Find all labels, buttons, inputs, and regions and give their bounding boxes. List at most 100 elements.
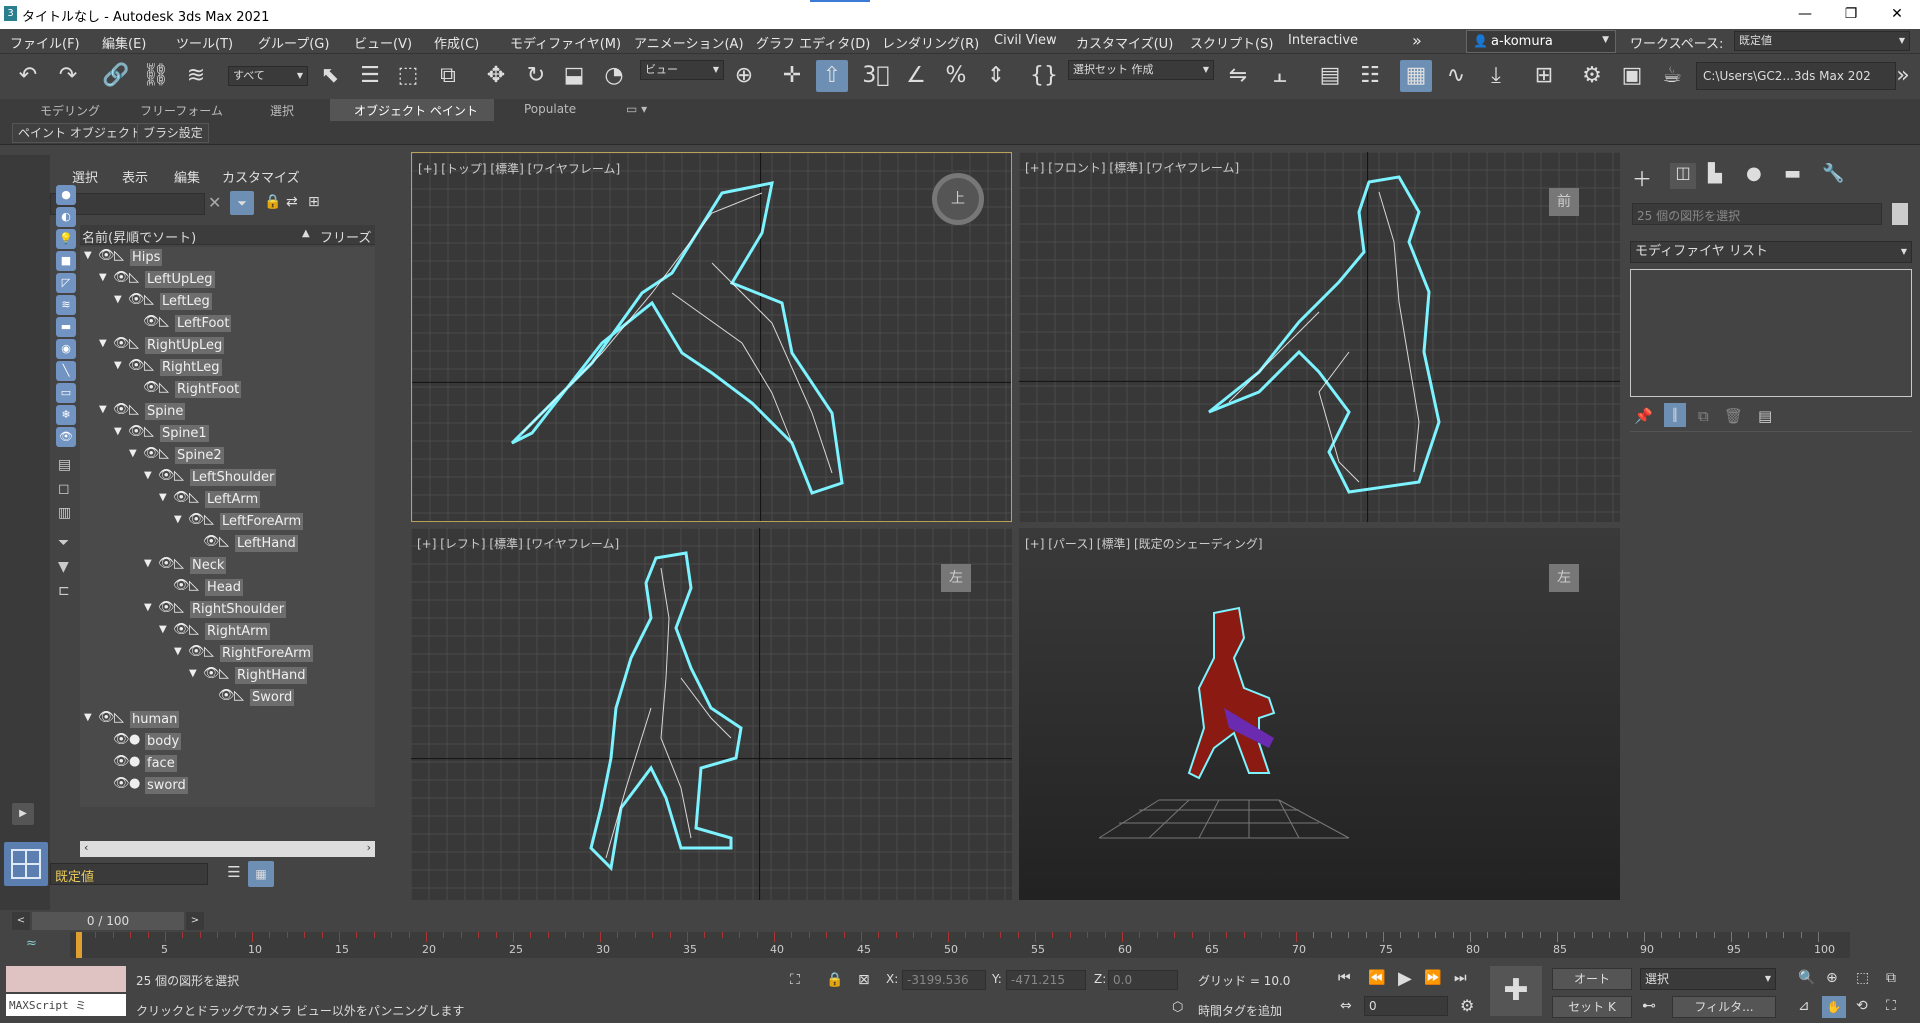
time-config-icon[interactable]: ⚙ — [1460, 996, 1474, 1015]
spinner-snap-icon[interactable]: ⇕ — [980, 60, 1012, 92]
menu-civil-view[interactable]: Civil View — [994, 33, 1057, 48]
expand-toggle-icon[interactable]: ▼ — [114, 360, 122, 371]
visibility-eye-icon[interactable]: 👁 — [188, 644, 205, 659]
project-path[interactable]: C:\Users\GC2...3ds Max 202 — [1696, 62, 1896, 90]
tree-row[interactable]: 👁◺Sword✳ — [80, 687, 375, 709]
container-icon[interactable]: ⊏ — [58, 583, 70, 599]
brush-settings-button[interactable]: ブラシ設定 — [137, 123, 209, 143]
visibility-eye-icon[interactable]: 👁 — [128, 358, 145, 373]
layer-explorer-icon[interactable]: ▤ — [1314, 60, 1346, 92]
maximize-viewport-icon[interactable]: ⛶ — [1886, 998, 1896, 1014]
viewport-left[interactable]: [+] [レフト] [標準] [ワイヤフレーム] 左 — [411, 528, 1012, 900]
viewcube-left[interactable]: 左 — [941, 564, 971, 592]
visibility-eye-icon[interactable]: 👁 — [158, 600, 175, 615]
menu-rendering[interactable]: レンダリング(R) — [882, 33, 979, 52]
expand-toggle-icon[interactable]: ▼ — [144, 558, 152, 569]
expand-toggle-icon[interactable]: ▼ — [174, 514, 182, 525]
angle-snap-icon[interactable]: ∠ — [900, 60, 932, 92]
expand-toggle-icon[interactable]: ▼ — [129, 448, 137, 459]
material-editor-icon[interactable]: ⊞ — [1528, 60, 1560, 92]
expand-toggle-icon[interactable]: ▼ — [84, 250, 92, 261]
scene-explorer-icon[interactable]: ▦ — [1400, 60, 1432, 92]
display-lights-icon[interactable]: 💡 — [56, 229, 76, 249]
viewport-front-label[interactable]: [+] [フロント] [標準] [ワイヤフレーム] — [1025, 159, 1239, 176]
col-name-header[interactable]: 名前(昇順でソート) — [82, 227, 196, 246]
expand-toggle-icon[interactable]: ▼ — [174, 646, 182, 657]
lock-icon[interactable]: 🔒 — [264, 194, 281, 210]
display-shapes-icon[interactable]: ◐ — [56, 207, 76, 227]
tree-row[interactable]: ▼👁◺LeftUpLeg✳ — [80, 269, 375, 291]
current-frame-field[interactable]: 0 — [1364, 996, 1448, 1016]
tree-row[interactable]: 👁◺LeftHand✳ — [80, 533, 375, 555]
timeline-ruler[interactable]: 5 10 15 20 25 30 35 40 45 50 55 60 65 70 75 80 85 90 95 100 — [70, 932, 1850, 958]
close-button[interactable]: ✕ — [1874, 0, 1920, 29]
expand-toggle-icon[interactable]: ▼ — [159, 492, 167, 503]
snaps-toggle-icon[interactable]: 3⃣ — [860, 60, 892, 92]
create-tab-icon[interactable]: ＋ — [1632, 163, 1652, 192]
time-slider[interactable]: 0 / 100 — [32, 912, 184, 930]
rotate-icon[interactable]: ↻ — [520, 60, 552, 92]
col-freeze-header[interactable]: フリーズ — [320, 227, 371, 246]
expand-toggle-icon[interactable]: ▼ — [189, 668, 197, 679]
modifier-list-select[interactable]: モディファイヤ リスト — [1630, 241, 1912, 263]
select-by-name-icon[interactable]: ☰ — [354, 60, 386, 92]
rect-selection-icon[interactable]: ⬚ — [392, 60, 424, 92]
edit-named-sel-icon[interactable]: {} — [1028, 60, 1060, 92]
pan-icon[interactable]: ✋ — [1822, 996, 1846, 1018]
minimize-button[interactable]: — — [1782, 0, 1828, 29]
menu-file[interactable]: ファイル(F) — [10, 33, 80, 52]
filter-down-icon[interactable]: ▼ — [58, 559, 69, 575]
scene-menu-customize[interactable]: カスタマイズ — [222, 167, 300, 186]
utilities-tab-icon[interactable]: 🔧 — [1822, 163, 1844, 184]
visibility-eye-icon[interactable]: 👁 — [113, 754, 130, 769]
visibility-eye-icon[interactable]: 👁 — [188, 512, 205, 527]
visibility-eye-icon[interactable]: 👁 — [173, 490, 190, 505]
layers-icon[interactable]: ☰ — [222, 863, 246, 885]
expand-toggle-icon[interactable]: ▼ — [159, 624, 167, 635]
redo-icon[interactable]: ↷ — [52, 60, 84, 92]
hierarchy-icon[interactable]: ⊞ — [308, 194, 320, 210]
tree-row[interactable]: ▼👁◺Spine1✳ — [80, 423, 375, 445]
zoom-all-icon[interactable]: ⊕ — [1826, 970, 1838, 986]
place-icon[interactable]: ◔ — [598, 60, 630, 92]
mirror-icon[interactable]: ⇋ — [1222, 60, 1254, 92]
ref-coord-select[interactable]: ビュー — [640, 60, 724, 80]
prev-frame-icon[interactable]: < — [12, 912, 30, 930]
hierarchy-tab-icon[interactable]: ▙ — [1708, 163, 1722, 184]
visibility-eye-icon[interactable]: 👁 — [113, 270, 130, 285]
set-key-button[interactable]: セット K — [1552, 996, 1632, 1018]
visibility-eye-icon[interactable]: 👁 — [98, 710, 115, 725]
modifier-stack[interactable] — [1630, 269, 1912, 397]
maxscript-listener[interactable] — [6, 966, 126, 992]
display-frozen-icon[interactable]: ❄ — [56, 405, 76, 425]
tree-row[interactable]: 👁◺Head✳ — [80, 577, 375, 599]
filters-button[interactable]: フィルタ... — [1672, 996, 1776, 1018]
expand-toggle-icon[interactable]: ▼ — [99, 404, 107, 415]
viewport-front[interactable]: [+] [フロント] [標準] [ワイヤフレーム] 前 — [1019, 152, 1620, 522]
orbit-icon[interactable]: ⟲ — [1856, 998, 1868, 1014]
tree-row[interactable]: 👁●body✳ — [80, 731, 375, 753]
tab-selection[interactable]: 選択 — [270, 102, 294, 119]
remove-modifier-icon[interactable]: 🗑 — [1724, 407, 1743, 425]
expand-toggle-icon[interactable]: ▼ — [99, 272, 107, 283]
tree-row[interactable]: 👁◺LeftFoot✳ — [80, 313, 375, 335]
play-expand-icon[interactable]: ▶ — [12, 803, 34, 825]
visibility-eye-icon[interactable]: 👁 — [143, 446, 160, 461]
visibility-eye-icon[interactable]: 👁 — [173, 622, 190, 637]
pivot-center-icon[interactable]: ⊕ — [728, 60, 760, 92]
tree-row[interactable]: ▼👁◺RightArm✳ — [80, 621, 375, 643]
visibility-eye-icon[interactable]: 👁 — [218, 688, 235, 703]
add-time-tag[interactable]: 時間タグを追加 — [1198, 1002, 1282, 1019]
percent-snap-icon[interactable]: % — [940, 60, 972, 92]
menu-graph-editors[interactable]: グラフ エディタ(D) — [756, 33, 870, 52]
menu-interactive[interactable]: Interactive — [1288, 33, 1358, 48]
display-xrefs-icon[interactable]: ◉ — [56, 339, 76, 359]
menu-view[interactable]: ビュー(V) — [354, 33, 412, 52]
object-color-swatch[interactable] — [1892, 203, 1908, 225]
bind-space-warp-icon[interactable]: ≋ — [180, 60, 212, 92]
tab-freeform[interactable]: フリーフォーム — [140, 102, 223, 119]
tree-row[interactable]: ▼👁◺human✳ — [80, 709, 375, 731]
visibility-eye-icon[interactable]: 👁 — [113, 776, 130, 791]
pin-stack-icon[interactable]: 📌 — [1634, 407, 1653, 425]
goto-end-icon[interactable]: ⏭ — [1454, 970, 1467, 986]
